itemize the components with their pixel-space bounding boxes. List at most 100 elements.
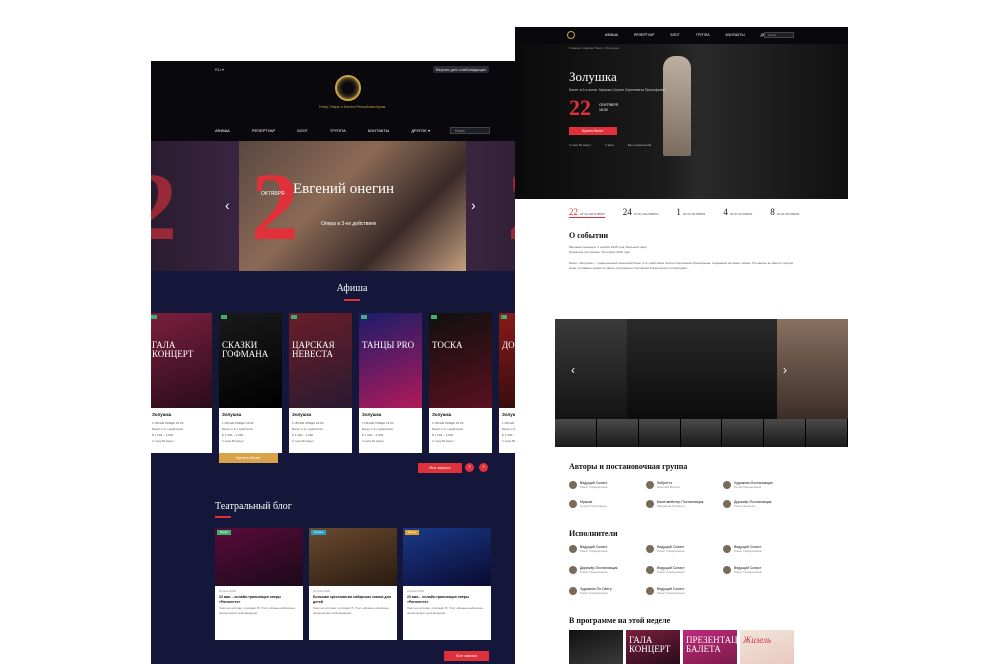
nav-contacts[interactable]: КОНТАКТЫ bbox=[368, 128, 390, 133]
all-afisha-button[interactable]: Вся афиша bbox=[418, 463, 462, 473]
event-card[interactable]: СКАЗКИ ГОФМАНА Золушка 1 ИЮНЯ СРЕДА 19:00 Б… bbox=[219, 313, 282, 453]
person-info: Ведущий Солист Ринат Гимадиханов bbox=[657, 587, 685, 595]
program-poster[interactable]: ГАЛА КОНЦЕРТ bbox=[626, 630, 680, 664]
person-name: Ринат Гимадиханов bbox=[657, 591, 685, 595]
gallery-thumbnails[interactable] bbox=[555, 419, 848, 447]
event-card[interactable]: ТОСКА Золушка 1 ИЮНЯ СРЕДА 19:00 Балет в 3-… bbox=[429, 313, 492, 453]
program-poster[interactable]: ПРЕЗЕНТАЦИЯ БАЛЕТА bbox=[683, 630, 750, 664]
post-title[interactable]: 23 мая – онлайн-трансляция оперы «Риголе… bbox=[407, 595, 487, 604]
person-name: Ринат Гимадиханов bbox=[734, 549, 762, 553]
person-item[interactable]: Художник По Свету Ринат Гимадиханов bbox=[569, 587, 612, 595]
person-name: Николай Волков bbox=[657, 485, 680, 489]
post-excerpt: Хаос на острове, пропадёт В. Угол «Казан… bbox=[219, 606, 296, 615]
program-poster[interactable] bbox=[569, 630, 623, 664]
buy-ticket-button[interactable]: Купить билет bbox=[569, 127, 617, 135]
nav-repertoire[interactable]: РЕПЕРТУАР bbox=[634, 33, 655, 37]
theatre-logo[interactable] bbox=[567, 31, 575, 39]
chevron-right-icon[interactable]: › bbox=[479, 463, 488, 472]
avatar bbox=[723, 545, 731, 553]
avatar bbox=[646, 481, 654, 489]
event-title[interactable]: Золушка bbox=[432, 412, 451, 417]
nav-afisha[interactable]: АФИША bbox=[215, 128, 230, 133]
nav-repertoire[interactable]: РЕПЕРТУАР bbox=[252, 128, 275, 133]
person-item[interactable]: Балетмейстер-Постановщик Марианна Рыжкина bbox=[646, 500, 703, 508]
theatre-logo[interactable] bbox=[335, 75, 361, 101]
event-card[interactable]: ЦАРСКАЯ НЕВЕСТА Золушка 1 ИЮНЯ СРЕДА 19:00… bbox=[289, 313, 352, 453]
date-option[interactable]: 24 18:30 СЕНТЯБРЯ bbox=[623, 207, 659, 218]
hero-month: ОКТЯБРЯ bbox=[261, 191, 285, 197]
age-badge bbox=[501, 315, 507, 319]
hero-day: 2 bbox=[251, 153, 299, 260]
person-name: Ринат Гимадиханов bbox=[580, 591, 608, 595]
date-option[interactable]: 4 18:30 ОКТЯБРЯ bbox=[723, 207, 752, 218]
event-title[interactable]: Золушка bbox=[292, 412, 311, 417]
breadcrumb[interactable]: Главная / Афиша / Балет / Золушка bbox=[569, 46, 619, 50]
person-item[interactable]: Ведущий Солист Ринат Гимадиханов bbox=[569, 545, 608, 553]
chevron-right-icon[interactable]: › bbox=[471, 197, 476, 213]
event-poster[interactable]: ТАНЦЫ PRO bbox=[359, 313, 422, 408]
date-option[interactable]: 1 18:30 ОКТЯБРЯ bbox=[676, 207, 705, 218]
avatar bbox=[723, 500, 731, 508]
person-item[interactable]: Ведущий Солист Ринат Гимадиханов bbox=[569, 481, 608, 489]
person-info: Балетмейстер-Постановщик Марианна Рыжкина bbox=[657, 500, 703, 508]
nav-afisha[interactable]: АФИША bbox=[605, 33, 618, 37]
duration-info: 2 часа 30 минут bbox=[569, 143, 592, 147]
person-info: Художник По Свету Ринат Гимадиханов bbox=[580, 587, 612, 595]
chevron-left-icon[interactable]: ‹ bbox=[571, 363, 575, 377]
chevron-left-icon[interactable]: ‹ bbox=[465, 463, 474, 472]
event-poster[interactable]: ТОСКА bbox=[429, 313, 492, 408]
accessibility-button[interactable]: Версия для слабовидящих bbox=[432, 66, 489, 73]
person-item[interactable]: Ведущий Солист Ринат Гимадиханов bbox=[723, 566, 762, 574]
date-option[interactable]: 8 18:30 ОКТЯБРЯ bbox=[770, 207, 799, 218]
age-badge bbox=[221, 315, 227, 319]
event-poster[interactable]: СКАЗКИ ГОФМАНА bbox=[219, 313, 282, 408]
date-day: 24 bbox=[622, 207, 632, 217]
chevron-left-icon[interactable]: ‹ bbox=[225, 197, 230, 213]
avatar bbox=[646, 545, 654, 553]
hero-title[interactable]: Евгений онегин bbox=[293, 181, 394, 198]
person-item[interactable]: Дирижёр-Постановщик Ринат Денисов bbox=[723, 500, 771, 508]
event-title[interactable]: Золушка bbox=[152, 412, 171, 417]
blog-post-card[interactable]: Опера 22 мая 2020 Большая хрестоматия сиби… bbox=[309, 528, 397, 640]
person-item[interactable]: Дирижёр-Постановщик Ринат Гимадиханов bbox=[569, 566, 617, 574]
buy-ticket-button[interactable]: Купить билет bbox=[219, 453, 278, 463]
person-item[interactable]: Художник-Постановщик Юрий Гимадиханов bbox=[723, 481, 773, 489]
nav-blog[interactable]: БЛОГ bbox=[297, 128, 308, 133]
person-item[interactable]: Музыка Сергей Прокофьев bbox=[569, 500, 607, 508]
search-input[interactable]: Поиск bbox=[450, 127, 490, 134]
nav-troupe[interactable]: ТРУППА bbox=[696, 33, 710, 37]
person-item[interactable]: Ведущий Солист Ринат Гимадиханов bbox=[723, 545, 762, 553]
nav-other[interactable]: ДРУГОЕ ▾ bbox=[411, 128, 430, 133]
post-title[interactable]: Большая хрестоматия сибирских сказок для… bbox=[313, 595, 393, 604]
blog-post-image[interactable]: Балет bbox=[403, 528, 491, 586]
person-item[interactable]: Либретто Николай Волков bbox=[646, 481, 680, 489]
event-meta: 1 ИЮНЯ СРЕДА 19:00Балет в 3-х действиях₽… bbox=[362, 420, 420, 444]
blog-post-image[interactable]: Опера bbox=[309, 528, 397, 586]
event-info: 2 часа 30 минут 3 акта Без ограничений bbox=[569, 143, 651, 147]
program-poster[interactable]: Жизель bbox=[740, 630, 794, 664]
event-poster[interactable]: ЦАРСКАЯ НЕВЕСТА bbox=[289, 313, 352, 408]
event-poster[interactable]: ГАЛА КОНЦЕРТ bbox=[151, 313, 212, 408]
blog-post-card[interactable]: Балет 22 мая 2020 23 мая – онлайн-трансляц… bbox=[215, 528, 303, 640]
language-switch[interactable]: RU ▾ bbox=[215, 67, 224, 72]
post-title[interactable]: 23 мая – онлайн-трансляция оперы «Риголе… bbox=[219, 595, 299, 604]
person-item[interactable]: Ведущий Солист Ринат Гимадиханов bbox=[646, 566, 685, 574]
all-posts-button[interactable]: Все записи bbox=[444, 651, 489, 661]
event-card[interactable]: ГАЛА КОНЦЕРТ Золушка 1 ИЮНЯ СРЕДА 19:00 Бал… bbox=[151, 313, 212, 453]
nav-contacts[interactable]: КОНТАКТЫ bbox=[726, 33, 745, 37]
chevron-right-icon[interactable]: › bbox=[783, 363, 787, 377]
person-item[interactable]: Ведущий Солист Ринат Гимадиханов bbox=[646, 545, 685, 553]
date-option[interactable]: 22 18:30 СЕНТЯБРЯ bbox=[569, 207, 605, 218]
program-title: Жизель bbox=[743, 635, 772, 645]
post-date: 22 мая 2020 bbox=[407, 589, 425, 593]
blog-post-card[interactable]: Балет 22 мая 2020 23 мая – онлайн-трансляц… bbox=[403, 528, 491, 640]
event-title[interactable]: Золушка bbox=[362, 412, 381, 417]
nav-blog[interactable]: БЛОГ bbox=[670, 33, 679, 37]
event-title[interactable]: Золушка bbox=[222, 412, 241, 417]
search-input[interactable]: Поиск bbox=[764, 32, 794, 38]
person-item[interactable]: Ведущий Солист Ринат Гимадиханов bbox=[646, 587, 685, 595]
event-hero: Главная / Афиша / Балет / Золушка Золушк… bbox=[515, 44, 848, 199]
blog-post-image[interactable]: Балет bbox=[215, 528, 303, 586]
nav-troupe[interactable]: ТРУППА bbox=[330, 128, 346, 133]
event-card[interactable]: ТАНЦЫ PRO Золушка 1 ИЮНЯ СРЕДА 19:00 Балет … bbox=[359, 313, 422, 453]
